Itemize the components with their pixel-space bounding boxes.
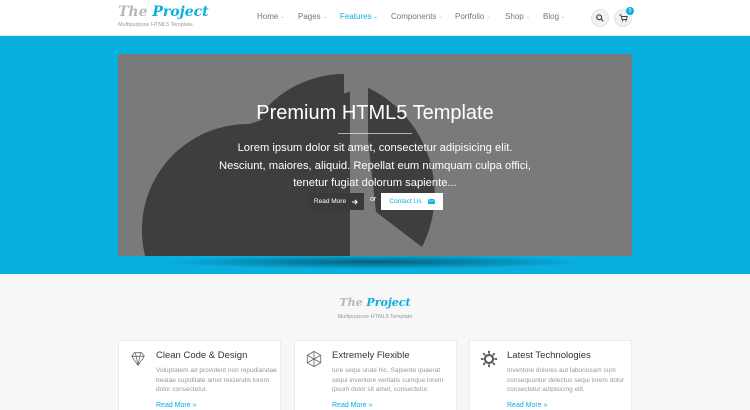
- card-read-more-link[interactable]: Read More »: [156, 402, 197, 409]
- cart-count-badge: 0: [626, 7, 634, 15]
- card-text: Iure sequi unde hic. Sapiente quaerat se…: [332, 367, 444, 393]
- card-read-more-link[interactable]: Read More »: [507, 402, 548, 409]
- contact-us-label: Contact Us: [389, 198, 422, 205]
- chevron-down-icon: ⌄: [525, 14, 530, 20]
- nav-home-label: Home: [257, 12, 279, 21]
- chevron-down-icon: ⌄: [280, 14, 285, 20]
- envelope-icon: [427, 199, 435, 204]
- nav-components-label: Components: [391, 12, 437, 21]
- search-button[interactable]: [591, 9, 609, 27]
- arrow-right-icon: [352, 199, 358, 204]
- double-chevron-right-icon: »: [368, 402, 373, 409]
- card-read-more-link[interactable]: Read More »: [332, 402, 373, 409]
- nav-shop[interactable]: Shop ⌄: [505, 12, 530, 22]
- card-text: Voluptatem ad provident non repudiandae …: [156, 367, 277, 393]
- hero-text: Lorem ipsum dolor sit amet, consectetur …: [219, 142, 531, 189]
- nav-pages[interactable]: Pages ⌄: [298, 12, 327, 22]
- diamond-icon: [131, 352, 145, 367]
- nav-features[interactable]: Features ⌄: [340, 12, 378, 22]
- chevron-down-icon: ⌄: [373, 14, 378, 20]
- card-link-label: Read More: [156, 402, 191, 409]
- hero-slide: Premium HTML5 Template Lorem ipsum dolor…: [118, 54, 632, 256]
- section-logo-the: The: [339, 296, 363, 309]
- feature-card-clean-code: Clean Code & Design Voluptatem ad provid…: [118, 340, 281, 410]
- card-link-label: Read More: [332, 402, 367, 409]
- or-text: or: [370, 196, 377, 203]
- nav-shop-label: Shop: [505, 12, 524, 21]
- slide-shadow: [160, 255, 590, 269]
- chevron-down-icon: ⌄: [561, 14, 566, 20]
- logo-wordmark: The Project: [118, 3, 209, 21]
- section-logo: The Project Multipurpose HTML5 Template: [0, 296, 750, 320]
- section-logo-wordmark: The Project: [0, 296, 750, 310]
- cart-icon: [618, 14, 628, 22]
- nav-blog[interactable]: Blog ⌄: [543, 12, 565, 22]
- card-title: Extremely Flexible: [332, 350, 410, 361]
- nav-portfolio[interactable]: Portfolio ⌄: [455, 12, 491, 22]
- search-icon: [596, 14, 604, 22]
- nav-features-label: Features: [340, 12, 372, 21]
- feature-card-flexible: Extremely Flexible Iure sequi unde hic. …: [294, 340, 457, 410]
- nav-portfolio-label: Portfolio: [455, 12, 485, 21]
- nav-pages-label: Pages: [298, 12, 321, 21]
- nav-components[interactable]: Components ⌄: [391, 12, 443, 22]
- logo-project: Project: [152, 4, 209, 20]
- logo-tagline: Multipurpose HTML5 Template: [118, 22, 193, 28]
- read-more-label: Read More: [313, 198, 347, 205]
- card-text: Inventore dolores aut laboriosam cum con…: [507, 367, 625, 393]
- contact-us-button[interactable]: Contact Us: [381, 193, 443, 210]
- chevron-down-icon: ⌄: [322, 14, 327, 20]
- card-title: Clean Code & Design: [156, 350, 248, 361]
- gear-icon: [480, 350, 498, 368]
- card-title: Latest Technologies: [507, 350, 591, 361]
- hero-title: Premium HTML5 Template: [256, 102, 494, 124]
- site-logo[interactable]: The Project Multipurpose HTML5 Template: [118, 3, 209, 28]
- chevron-down-icon: ⌄: [486, 14, 491, 20]
- logo-the: The: [118, 4, 148, 20]
- double-chevron-right-icon: »: [543, 402, 548, 409]
- card-link-label: Read More: [507, 402, 542, 409]
- nav-home[interactable]: Home ⌄: [257, 12, 285, 22]
- nav-blog-label: Blog: [543, 12, 560, 21]
- double-chevron-right-icon: »: [192, 402, 197, 409]
- section-logo-project: Project: [366, 296, 411, 309]
- cart-button[interactable]: 0: [614, 7, 634, 27]
- read-more-button[interactable]: Read More: [308, 193, 364, 210]
- hero-divider: [338, 133, 412, 134]
- hero-section: Premium HTML5 Template Lorem ipsum dolor…: [0, 36, 750, 274]
- site-header: The Project Multipurpose HTML5 Template …: [0, 0, 750, 36]
- feature-card-technologies: Latest Technologies Inventore dolores au…: [469, 340, 632, 410]
- hexagon-icon: [306, 350, 322, 368]
- section-logo-tagline: Multipurpose HTML5 Template: [337, 314, 413, 320]
- chevron-down-icon: ⌄: [438, 14, 443, 20]
